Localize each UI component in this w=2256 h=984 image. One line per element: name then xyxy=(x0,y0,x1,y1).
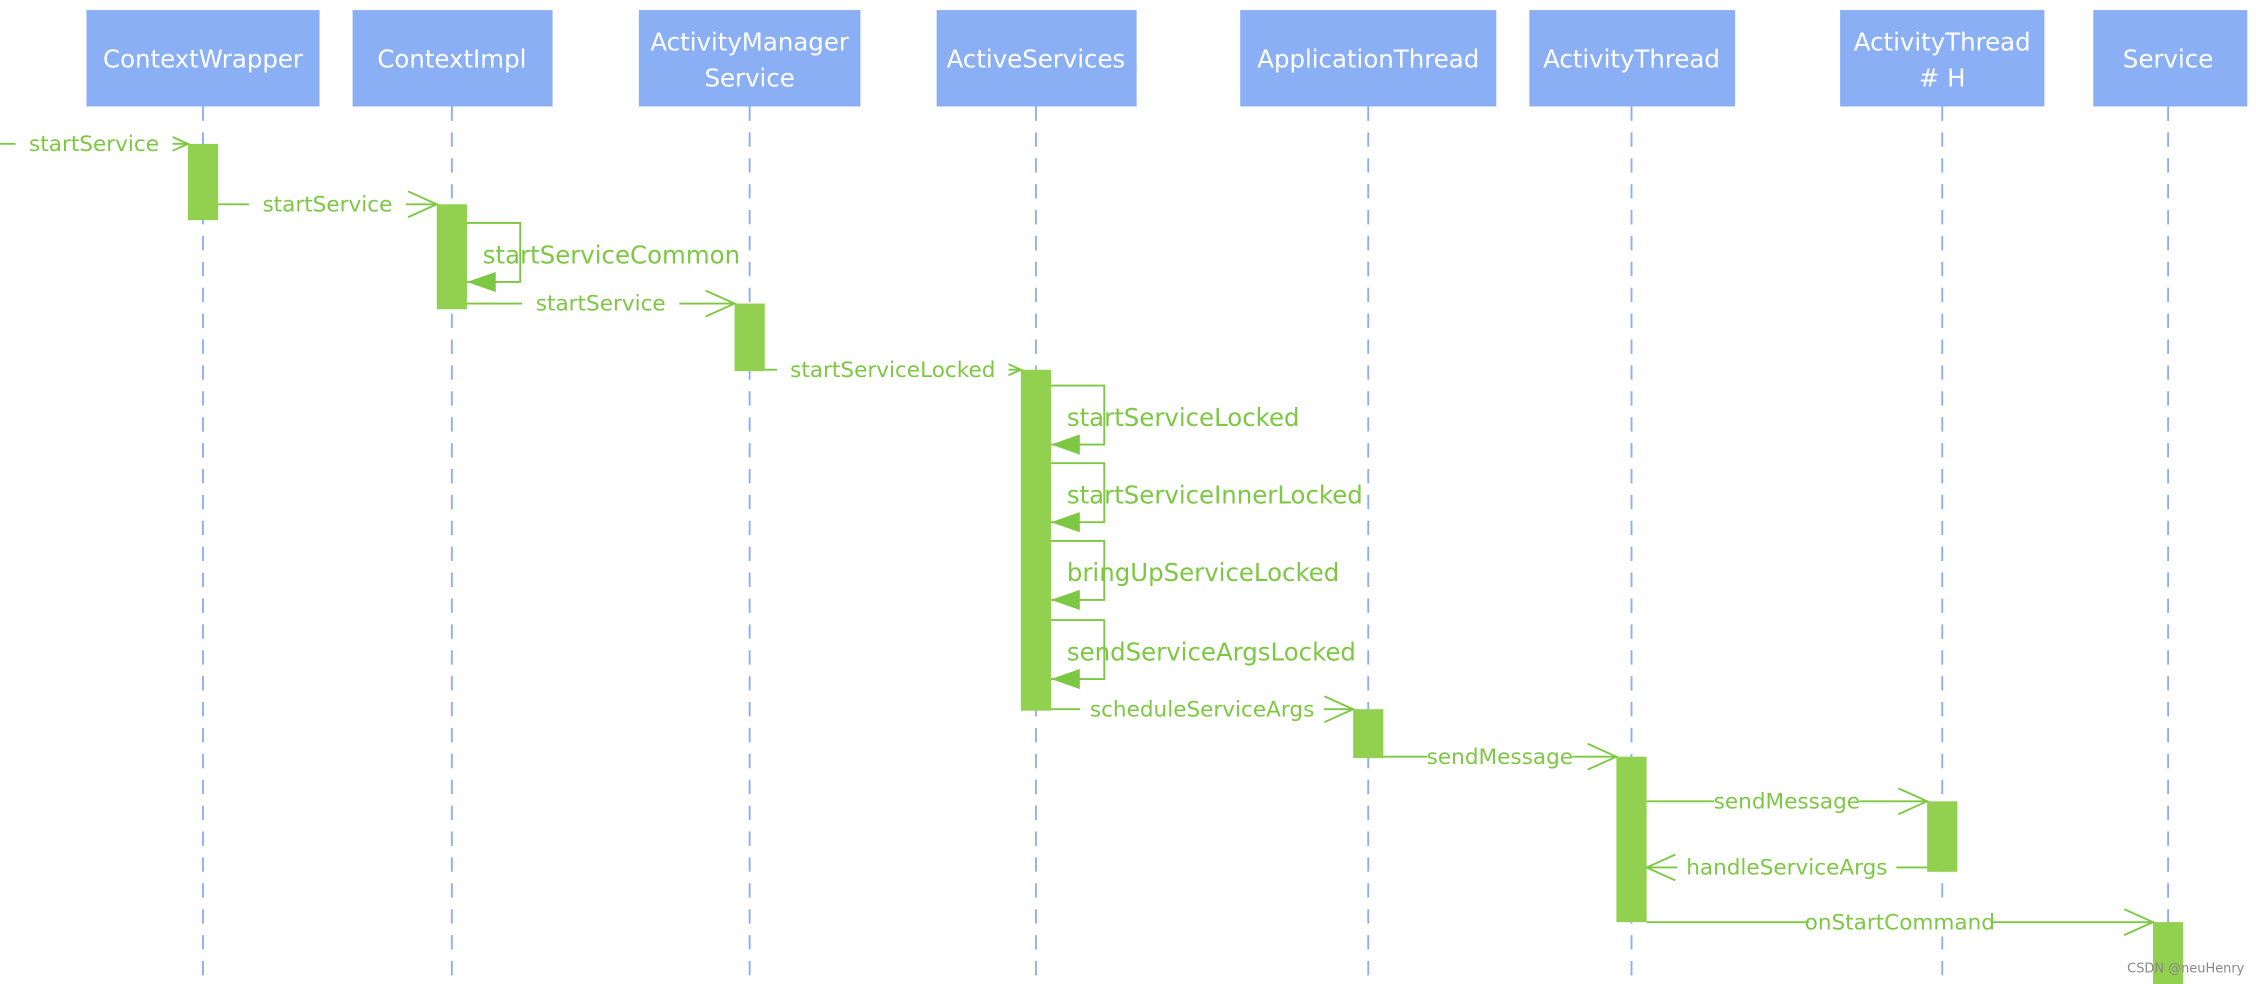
message-11: sendMessage xyxy=(1646,786,1930,816)
message-8: sendServiceArgsLocked xyxy=(1051,619,1356,690)
message-label: startServiceCommon xyxy=(483,240,740,269)
participant-label: ActivityThread xyxy=(1854,27,2031,56)
message-label: startServiceLocked xyxy=(1067,403,1300,432)
filled-arrowhead-icon xyxy=(1051,589,1080,610)
message-label: handleServiceArgs xyxy=(1686,856,1887,881)
filled-arrowhead-icon xyxy=(466,271,496,293)
watermark: CSDN @neuHenry xyxy=(2127,961,2245,976)
participant-label: ActivityManager xyxy=(650,27,849,56)
message-label: bringUpServiceLocked xyxy=(1067,558,1339,587)
activation-bar xyxy=(1353,709,1384,759)
activation-bar xyxy=(1020,369,1052,711)
participant-label: ApplicationThread xyxy=(1257,45,1479,74)
message-7: bringUpServiceLocked xyxy=(1051,539,1339,610)
filled-arrowhead-icon xyxy=(1051,668,1080,690)
activation-bar xyxy=(734,303,765,372)
message-label: onStartCommand xyxy=(1805,910,1995,935)
message-label: startService xyxy=(536,292,666,317)
message-12: handleServiceArgs xyxy=(1644,853,1928,882)
message-0: startService xyxy=(0,129,191,159)
message-4: startServiceLocked xyxy=(764,355,1024,385)
message-label: startService xyxy=(262,192,392,217)
message-label: startServiceLocked xyxy=(790,358,995,383)
message-9: scheduleServiceArgs xyxy=(1051,694,1356,724)
message-label: startService xyxy=(29,132,159,157)
participant-1: ContextImpl xyxy=(352,10,553,984)
filled-arrowhead-icon xyxy=(1051,512,1080,533)
participant-label: Service xyxy=(704,63,794,92)
activation-bar xyxy=(187,143,219,221)
activation-bar xyxy=(1927,801,1958,872)
message-13: onStartCommand xyxy=(1646,907,2156,937)
participant-7: Service xyxy=(2093,10,2248,984)
participant-label: Service xyxy=(2123,45,2213,74)
filled-arrowhead-icon xyxy=(1051,434,1080,455)
message-5: startServiceLocked xyxy=(1051,384,1300,455)
participant-label: # H xyxy=(1919,63,1966,92)
participant-label: ActivityThread xyxy=(1543,45,1720,74)
message-label: scheduleServiceArgs xyxy=(1090,697,1314,722)
message-6: startServiceInnerLocked xyxy=(1051,462,1363,533)
message-label: sendMessage xyxy=(1427,745,1573,770)
message-10: sendMessage xyxy=(1383,742,1619,772)
message-3: startService xyxy=(466,289,737,318)
message-1: startService xyxy=(218,189,440,219)
activation-bar xyxy=(436,204,467,310)
participant-label: ContextImpl xyxy=(377,45,526,74)
participant-label: ContextWrapper xyxy=(103,45,304,74)
message-2: startServiceCommon xyxy=(466,222,740,293)
sequence-diagram: ContextWrapper ContextImpl ActivityManager… xyxy=(0,10,2248,984)
participant-2: ActivityManager Service xyxy=(638,10,861,984)
message-label: sendServiceArgsLocked xyxy=(1067,637,1356,666)
participant-label: ActiveServices xyxy=(947,45,1126,74)
message-label: startServiceInnerLocked xyxy=(1067,481,1363,510)
activation-bar xyxy=(1616,756,1647,923)
message-label: sendMessage xyxy=(1714,789,1860,814)
